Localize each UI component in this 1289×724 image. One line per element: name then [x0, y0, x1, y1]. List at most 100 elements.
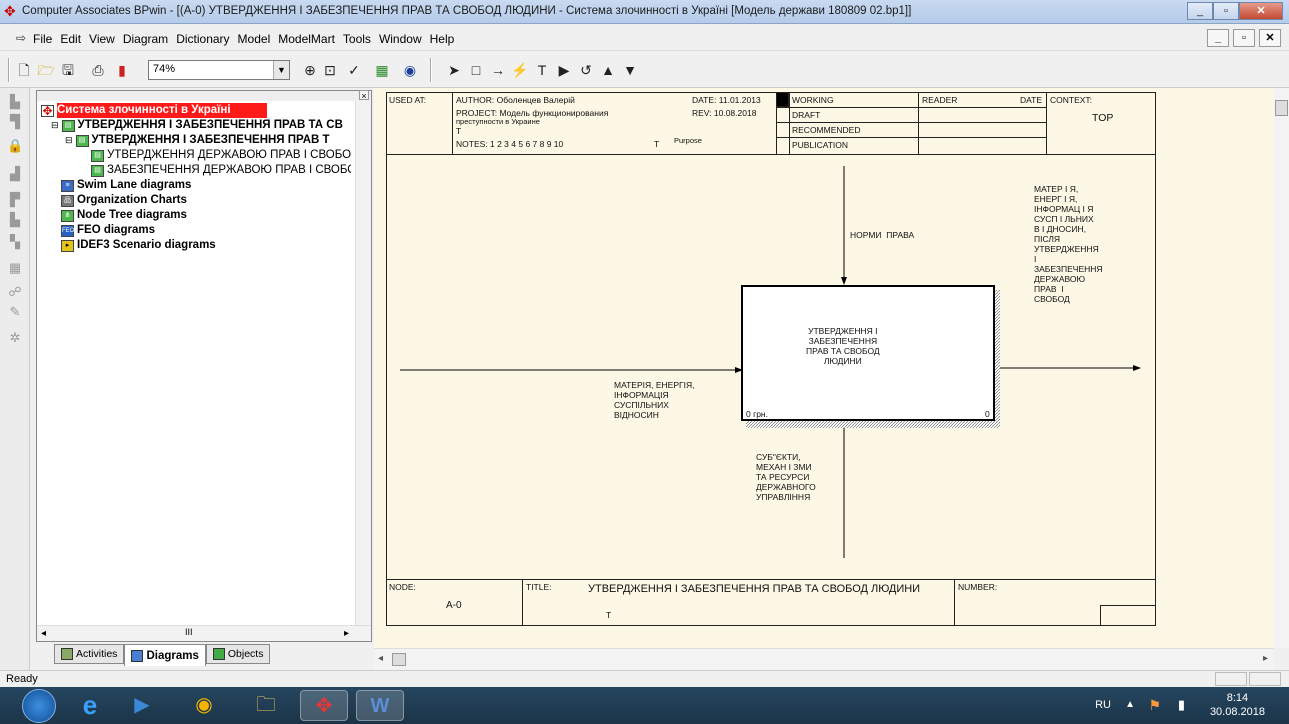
tree-item-diagram[interactable]: ⊟ ▤ УТВЕРДЖЕННЯ І ЗАБЕЗПЕЧЕННЯ ПРАВ ТА С…: [51, 118, 343, 133]
doc-close-button[interactable]: ✕: [1259, 29, 1281, 47]
canvas-horizontal-scrollbar[interactable]: ◂ ▸: [374, 648, 1274, 670]
tab-objects[interactable]: Objects: [205, 644, 271, 664]
input-arrow-label[interactable]: МАТЕРІЯ, ЕНЕРГІЯ, ІНФОРМАЦІЯ СУСПІЛЬНИХ …: [614, 380, 694, 420]
close-button[interactable]: ✕: [1239, 2, 1283, 20]
control-arrow-label[interactable]: НОРМИ ПРАВА: [850, 230, 914, 240]
chrome-icon[interactable]: ◉: [180, 690, 228, 721]
scroll-right-icon[interactable]: ▸: [344, 628, 349, 639]
action-center-icon[interactable]: ⚑: [1148, 697, 1161, 714]
language-indicator[interactable]: RU: [1095, 699, 1111, 711]
text-tool-icon[interactable]: T: [532, 60, 552, 80]
palette-tool-icon[interactable]: ✎: [7, 304, 23, 320]
menu-view[interactable]: View: [89, 32, 115, 46]
node-tree-icon: ⋔: [61, 209, 74, 222]
palette-tool-icon[interactable]: ▙: [7, 212, 23, 228]
new-file-icon[interactable]: 🗋: [14, 60, 34, 80]
squiggle-tool-icon[interactable]: ⚡: [510, 60, 530, 80]
tree-item-feo[interactable]: FEO FEO diagrams: [61, 223, 155, 238]
palette-tool-icon[interactable]: ▜: [7, 114, 23, 130]
scroll-right-icon[interactable]: ▸: [1263, 653, 1268, 664]
zoom-fit-icon[interactable]: ⊡: [320, 60, 340, 80]
menu-help[interactable]: Help: [430, 32, 455, 46]
media-player-icon[interactable]: ▶: [118, 690, 166, 721]
palette-tool-icon[interactable]: ▙: [7, 94, 23, 110]
minimize-button[interactable]: _: [1187, 2, 1213, 20]
document-window-controls: _ ▫ ✕: [1207, 29, 1281, 47]
toolbar-separator: [430, 58, 432, 82]
spell-check-icon[interactable]: ✓: [344, 60, 364, 80]
scroll-left-icon[interactable]: ◂: [41, 628, 46, 639]
chevron-down-icon[interactable]: ▼: [273, 61, 289, 79]
zoom-in-icon[interactable]: ⊕: [300, 60, 320, 80]
print-icon[interactable]: ⎙: [88, 60, 108, 80]
scroll-left-icon[interactable]: ◂: [378, 653, 383, 664]
open-folder-icon[interactable]: 🗁: [36, 60, 56, 80]
palette-tool-icon[interactable]: ▛: [7, 192, 23, 208]
show-hidden-icons-icon[interactable]: ▲: [1125, 699, 1135, 710]
menu-window[interactable]: Window: [379, 32, 422, 46]
undo-icon[interactable]: ↺: [576, 60, 596, 80]
scroll-thumb[interactable]: [1275, 100, 1288, 116]
tree-item-diagram[interactable]: ▤ ЗАБЕЗПЕЧЕННЯ ДЕРЖАВОЮ ПРАВ І СВОБОД: [91, 163, 351, 178]
menu-model[interactable]: Model: [238, 32, 271, 46]
go-child-icon[interactable]: ▶: [554, 60, 574, 80]
doc-minimize-button[interactable]: _: [1207, 29, 1229, 47]
bpwin-app-icon[interactable]: ✥: [4, 4, 18, 18]
tab-activities[interactable]: Activities: [54, 644, 125, 664]
start-button[interactable]: [22, 689, 56, 723]
close-icon[interactable]: ×: [359, 90, 369, 101]
menu-file[interactable]: File: [33, 32, 52, 46]
tree-item-node-tree[interactable]: ⋔ Node Tree diagrams: [61, 208, 187, 223]
lock-icon[interactable]: 🔒: [7, 138, 23, 154]
tree-item-idef3[interactable]: ▸ IDEF3 Scenario diagrams: [61, 238, 216, 253]
tab-diagrams[interactable]: Diagrams: [124, 644, 206, 666]
clock[interactable]: 8:14 30.08.2018: [1210, 691, 1265, 719]
model-mart-icon[interactable]: ◉: [400, 60, 420, 80]
word-icon[interactable]: W: [356, 690, 404, 721]
tree-item-diagram[interactable]: ▤ УТВЕРДЖЕННЯ ДЕРЖАВОЮ ПРАВ І СВОБОД: [91, 148, 351, 163]
tree-item-swim-lane[interactable]: ≡ Swim Lane diagrams: [61, 178, 191, 193]
document-menu-icon[interactable]: ⇨: [16, 31, 26, 45]
grid-icon[interactable]: ▦: [7, 260, 23, 276]
report-icon[interactable]: ▮: [112, 60, 132, 80]
activity-box-tool-icon[interactable]: □: [466, 60, 486, 80]
arrow-tool-icon[interactable]: →: [488, 60, 508, 80]
expand-icon[interactable]: ⊟: [65, 133, 73, 148]
footer-divider: [522, 579, 523, 626]
doc-restore-button[interactable]: ▫: [1233, 29, 1255, 47]
output-arrow-label[interactable]: МАТЕР І Я, ЕНЕРГ І Я, ІНФОРМАЦ І Я СУСП …: [1034, 184, 1103, 304]
palette-tool-icon[interactable]: ☍: [7, 284, 23, 300]
menu-dictionary[interactable]: Dictionary: [176, 32, 229, 46]
internet-explorer-icon[interactable]: e: [66, 690, 114, 721]
file-explorer-icon[interactable]: 🗀: [242, 690, 290, 721]
scroll-thumb[interactable]: [392, 653, 406, 666]
activity-name[interactable]: УТВЕРДЖЕННЯ І ЗАБЕЗПЕЧЕННЯ ПРАВ ТА СВОБО…: [806, 326, 880, 366]
diagram-canvas[interactable]: USED AT: AUTHOR: Оболенцев Валерій PROJE…: [374, 88, 1274, 648]
battery-icon[interactable]: ▮: [1178, 697, 1185, 713]
activity-cost: 0 грн.: [746, 409, 768, 419]
menu-diagram[interactable]: Diagram: [123, 32, 168, 46]
pointer-tool-icon[interactable]: ➤: [444, 60, 464, 80]
bpwin-taskbar-icon[interactable]: ✥: [300, 690, 348, 721]
go-down-icon[interactable]: ▼: [620, 60, 640, 80]
save-icon[interactable]: 🖫: [58, 60, 78, 80]
menu-edit[interactable]: Edit: [60, 32, 81, 46]
model-explorer-icon[interactable]: ▦: [372, 60, 392, 80]
palette-tool-icon[interactable]: ▟: [7, 166, 23, 182]
menu-modelmart[interactable]: ModelMart: [278, 32, 335, 46]
maximize-button[interactable]: ▫: [1213, 2, 1239, 20]
tree-item-org-charts[interactable]: 品 Organization Charts: [61, 193, 187, 208]
tree-item-diagram[interactable]: ⊟ ▤ УТВЕРДЖЕННЯ І ЗАБЕЗПЕЧЕННЯ ПРАВ Т: [65, 133, 330, 148]
go-parent-icon[interactable]: ▲: [598, 60, 618, 80]
menu-tools[interactable]: Tools: [343, 32, 371, 46]
palette-tool-icon[interactable]: ▚: [7, 234, 23, 250]
scroll-thumb[interactable]: III: [185, 627, 193, 637]
palette-tool-icon[interactable]: ✲: [7, 330, 23, 346]
mechanism-arrow-label[interactable]: СУБ"ЄКТИ, МЕХАН І ЗМИ ТА РЕСУРСИ ДЕРЖАВН…: [756, 452, 816, 502]
canvas-vertical-scrollbar[interactable]: [1274, 88, 1289, 648]
tree-item-root[interactable]: ✥ Система злочинності в Україні: [41, 103, 267, 118]
explorer-vertical-scrollbar[interactable]: [355, 101, 371, 627]
explorer-horizontal-scrollbar[interactable]: ◂ III ▸: [37, 625, 371, 641]
expand-icon[interactable]: ⊟: [51, 118, 59, 133]
zoom-select[interactable]: 74% ▼: [148, 60, 290, 80]
